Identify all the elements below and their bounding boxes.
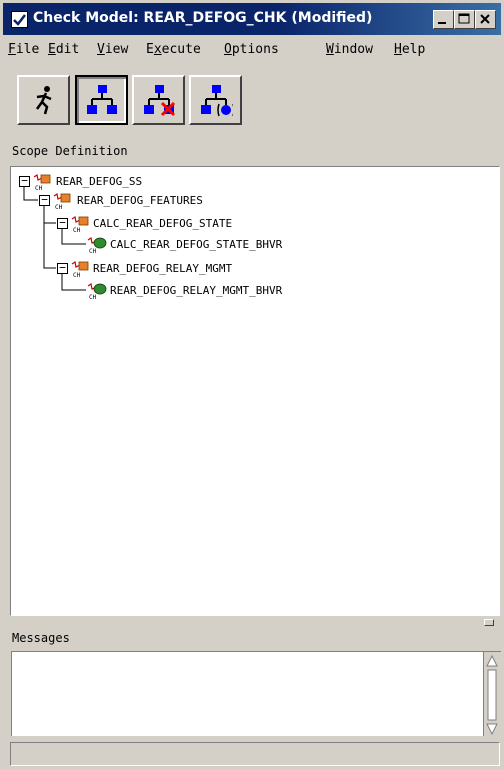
behavior-node-icon: CH [87, 283, 107, 301]
subsystem-node-icon: CH [53, 193, 71, 211]
messages-label: Messages [12, 631, 70, 645]
hierarchy-scope-button[interactable] [75, 75, 128, 125]
menu-bar: File Edit View Execute Options Window He… [3, 37, 501, 61]
ch-badge: CH [89, 248, 97, 255]
hierarchy-delete-button[interactable] [132, 75, 185, 125]
collapse-toggle[interactable]: − [19, 175, 30, 187]
hierarchy-delete-icon [144, 85, 176, 117]
tree-node-label: REAR_DEFOG_RELAY_MGMT_BHVR [110, 284, 283, 297]
collapse-toggle[interactable]: − [39, 194, 50, 206]
hierarchy-behavior-icon [201, 85, 233, 117]
pane-splitter[interactable] [10, 616, 500, 626]
scroll-down-icon [486, 723, 498, 736]
run-icon [35, 86, 52, 115]
maximize-button[interactable] [454, 10, 475, 29]
close-button[interactable] [475, 10, 496, 29]
menu-help[interactable]: Help [394, 42, 425, 57]
tree-node-label: CALC_REAR_DEFOG_STATE_BHVR [110, 238, 283, 251]
run-check-button[interactable] [17, 75, 70, 125]
ch-badge: CH [73, 227, 81, 234]
menu-execute[interactable]: Execute [146, 42, 201, 57]
menu-options[interactable]: Options [224, 42, 279, 57]
app-window: Check Model: REAR_DEFOG_CHK (Modified) F… [0, 0, 504, 769]
behavior-node-icon: CH [87, 237, 107, 255]
tree-node-label: REAR_DEFOG_FEATURES [77, 194, 203, 207]
minimize-icon [438, 22, 446, 24]
menu-window[interactable]: Window [326, 42, 373, 57]
status-bar [10, 742, 500, 766]
hierarchy-icon [87, 85, 117, 114]
tree-node-label: CALC_REAR_DEFOG_STATE [93, 217, 233, 230]
scrollbar-arrows [486, 654, 498, 736]
menu-edit[interactable]: Edit [48, 42, 79, 57]
tree-node-label: REAR_DEFOG_SS [56, 175, 143, 188]
ch-badge: CH [89, 294, 97, 301]
subsystem-node-icon: CH [33, 174, 51, 192]
close-icon [480, 14, 490, 24]
hierarchy-behavior-button[interactable] [189, 75, 242, 125]
menu-view[interactable]: View [97, 42, 128, 57]
messages-panel[interactable] [11, 651, 501, 736]
maximize-icon [458, 13, 470, 24]
subsystem-node-icon: CH [71, 216, 89, 234]
splitter-grip[interactable] [484, 619, 494, 626]
collapse-toggle[interactable]: − [57, 217, 68, 229]
toolbar [3, 65, 501, 127]
ch-badge: CH [55, 204, 63, 211]
scope-tree[interactable]: − CH REAR_DEFOG_SS − CH REAR_DEFOG_FEATU… [10, 166, 500, 616]
title-bar[interactable]: Check Model: REAR_DEFOG_CHK (Modified) [3, 3, 501, 35]
window-title: Check Model: REAR_DEFOG_CHK (Modified) [33, 10, 373, 26]
app-check-icon [11, 11, 28, 28]
tree-node-label: REAR_DEFOG_RELAY_MGMT [93, 262, 233, 275]
collapse-toggle[interactable]: − [57, 262, 68, 274]
scroll-up-icon [486, 654, 498, 667]
tree-connector-lines [23, 184, 86, 291]
scope-definition-label: Scope Definition [12, 144, 128, 158]
subsystem-node-icon: CH [71, 261, 89, 279]
scroll-thumb [487, 669, 497, 721]
minimize-button[interactable] [433, 10, 454, 29]
menu-file[interactable]: File [8, 42, 39, 57]
messages-scrollbar[interactable] [483, 652, 501, 736]
ch-badge: CH [35, 185, 43, 192]
ch-badge: CH [73, 272, 81, 279]
